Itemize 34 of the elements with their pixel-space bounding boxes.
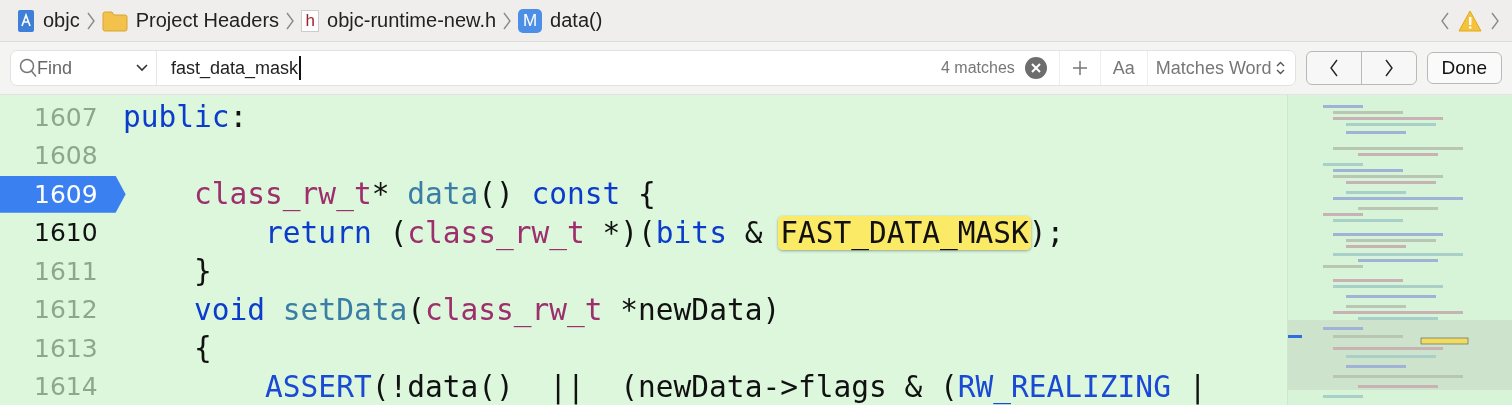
code-line: class_rw_t* data() const { <box>193 177 656 212</box>
breadcrumb-item[interactable]: objc <box>43 9 80 32</box>
project-icon <box>17 8 35 33</box>
breakpoint-marker[interactable]: 1609 <box>0 175 126 213</box>
chevron-left-icon <box>1440 10 1450 31</box>
code-line: return (class_rw_t *)(bits & FAST_DATA_MASK); <box>264 215 1065 250</box>
chevron-icon <box>502 10 513 31</box>
warning-icon[interactable] <box>1458 9 1482 32</box>
method-icon: M <box>518 8 543 33</box>
chevron-right-icon <box>1383 58 1394 78</box>
line-number: 1607 <box>33 101 99 134</box>
breadcrumb-item[interactable]: data() <box>550 9 603 32</box>
chevron-left-icon <box>1328 58 1339 78</box>
chevron-right-icon <box>1490 10 1500 31</box>
code-line: void setData(class_rw_t *newData) <box>193 292 781 327</box>
chevron-icon <box>85 10 96 31</box>
folder-icon <box>101 9 128 32</box>
header-file-icon: h <box>301 9 320 32</box>
line-number: 1613 <box>33 332 99 365</box>
done-button[interactable]: Done <box>1426 52 1502 84</box>
code-line: public: <box>123 100 248 135</box>
chevron-icon <box>285 10 296 31</box>
back-button[interactable] <box>1440 10 1450 31</box>
code-line: } <box>193 254 212 289</box>
line-number: 1611 <box>33 255 99 288</box>
line-number: 1612 <box>33 294 99 327</box>
code-line: ASSERT(!data() || (newData->flags & (RW_REALIZING | <box>264 369 1207 404</box>
line-number: 1608 <box>33 140 99 173</box>
breadcrumb-item[interactable]: Project Headers <box>135 9 280 32</box>
forward-button[interactable] <box>1490 10 1500 31</box>
breadcrumb-item[interactable]: objc-runtime-new.h <box>327 9 497 32</box>
code-line: { <box>193 331 212 366</box>
line-number: 1614 <box>33 371 99 404</box>
line-number: 1610 <box>33 217 99 250</box>
